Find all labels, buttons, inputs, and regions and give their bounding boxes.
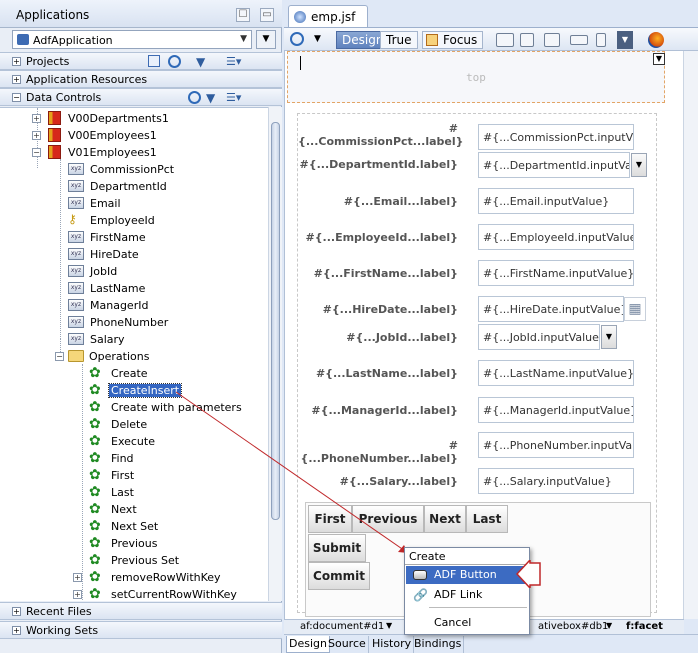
menu-header: Create <box>409 550 446 563</box>
menu-item-adf-button[interactable]: ADF Button <box>406 566 528 584</box>
create-context-menu: Create ADF Button 🔗 ADF Link Cancel <box>404 547 530 635</box>
menu-item-label: Cancel <box>434 616 472 629</box>
menu-item-label: ADF Link <box>434 588 483 601</box>
menu-divider <box>405 564 529 565</box>
drag-line <box>175 391 409 554</box>
drag-drop-arrow <box>175 391 409 554</box>
menu-item-label: ADF Button <box>434 568 497 581</box>
menu-separator <box>429 607 527 608</box>
menu-item-cancel[interactable]: Cancel <box>406 614 528 632</box>
menu-item-adf-link[interactable]: 🔗 ADF Link <box>406 586 528 604</box>
callout-arrow-icon <box>516 560 541 588</box>
link-icon: 🔗 <box>413 588 428 602</box>
button-icon <box>413 570 427 580</box>
